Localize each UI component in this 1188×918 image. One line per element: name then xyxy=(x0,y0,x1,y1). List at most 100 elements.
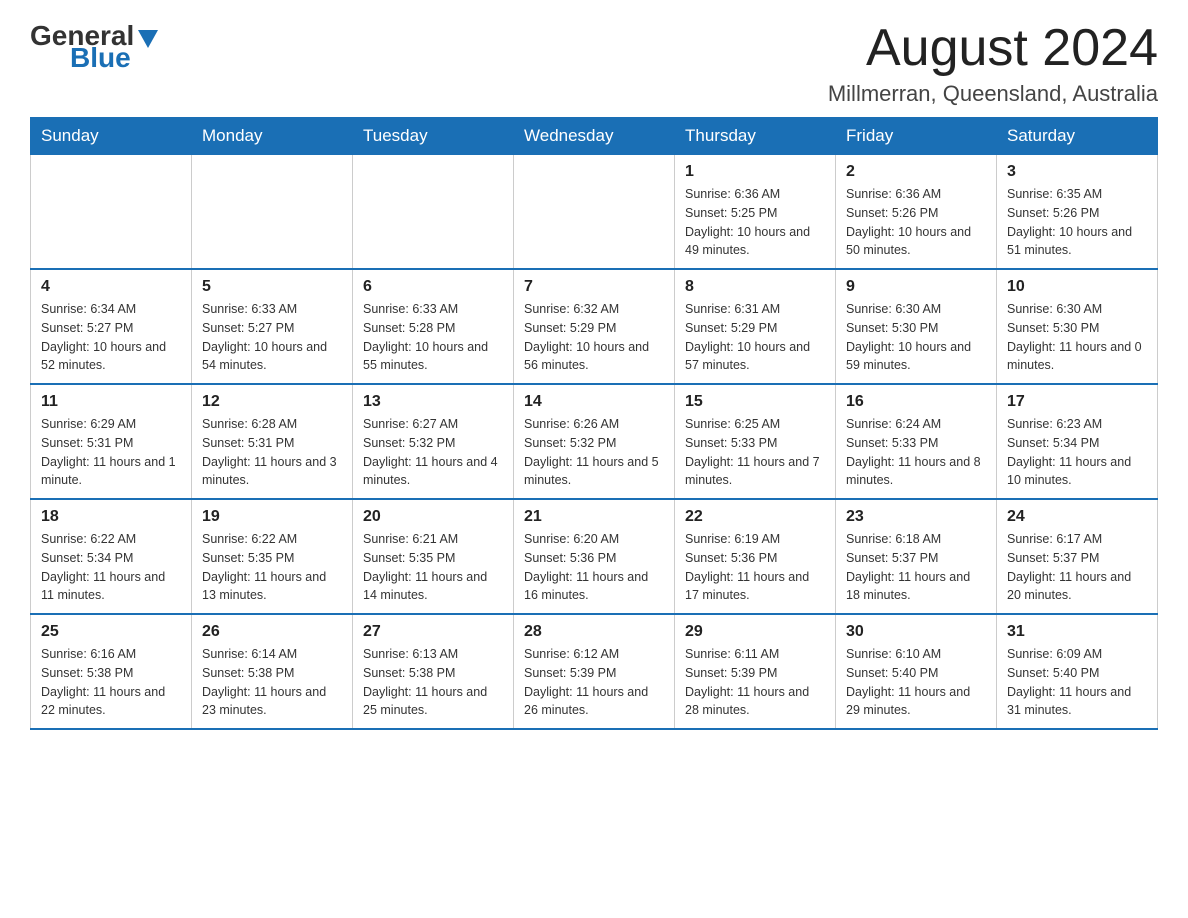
calendar-day-25: 25 Sunrise: 6:16 AMSunset: 5:38 PMDayligh… xyxy=(31,614,192,729)
day-number: 5 xyxy=(202,278,342,296)
day-info: Sunrise: 6:18 AMSunset: 5:37 PMDaylight:… xyxy=(846,530,986,605)
day-info: Sunrise: 6:19 AMSunset: 5:36 PMDaylight:… xyxy=(685,530,825,605)
calendar-day-17: 17 Sunrise: 6:23 AMSunset: 5:34 PMDayligh… xyxy=(997,384,1158,499)
calendar-day-28: 28 Sunrise: 6:12 AMSunset: 5:39 PMDayligh… xyxy=(514,614,675,729)
day-number: 26 xyxy=(202,623,342,641)
calendar-week-row: 18 Sunrise: 6:22 AMSunset: 5:34 PMDayligh… xyxy=(31,499,1158,614)
calendar-day-23: 23 Sunrise: 6:18 AMSunset: 5:37 PMDayligh… xyxy=(836,499,997,614)
day-number: 6 xyxy=(363,278,503,296)
calendar-day-5: 5 Sunrise: 6:33 AMSunset: 5:27 PMDaylight… xyxy=(192,269,353,384)
day-info: Sunrise: 6:34 AMSunset: 5:27 PMDaylight:… xyxy=(41,300,181,375)
calendar-week-row: 11Sunrise: 6:29 AMSunset: 5:31 PMDayligh… xyxy=(31,384,1158,499)
day-number: 18 xyxy=(41,508,181,526)
day-info: Sunrise: 6:21 AMSunset: 5:35 PMDaylight:… xyxy=(363,530,503,605)
day-number: 8 xyxy=(685,278,825,296)
calendar-empty-cell xyxy=(192,155,353,270)
calendar-day-20: 20 Sunrise: 6:21 AMSunset: 5:35 PMDayligh… xyxy=(353,499,514,614)
day-info: Sunrise: 6:13 AMSunset: 5:38 PMDaylight:… xyxy=(363,645,503,720)
day-number: 31 xyxy=(1007,623,1147,641)
day-info: Sunrise: 6:32 AMSunset: 5:29 PMDaylight:… xyxy=(524,300,664,375)
day-number: 13 xyxy=(363,393,503,411)
day-number: 21 xyxy=(524,508,664,526)
day-number: 17 xyxy=(1007,393,1147,411)
day-number: 27 xyxy=(363,623,503,641)
day-info: Sunrise: 6:22 AMSunset: 5:35 PMDaylight:… xyxy=(202,530,342,605)
location-title: Millmerran, Queensland, Australia xyxy=(828,81,1158,107)
day-info: Sunrise: 6:36 AMSunset: 5:26 PMDaylight:… xyxy=(846,185,986,260)
day-info: Sunrise: 6:09 AMSunset: 5:40 PMDaylight:… xyxy=(1007,645,1147,720)
logo-triangle-icon xyxy=(138,30,158,48)
calendar-day-14: 14 Sunrise: 6:26 AMSunset: 5:32 PMDayligh… xyxy=(514,384,675,499)
header-day-monday: Monday xyxy=(192,118,353,155)
calendar-day-29: 29Sunrise: 6:11 AMSunset: 5:39 PMDayligh… xyxy=(675,614,836,729)
day-number: 19 xyxy=(202,508,342,526)
day-info: Sunrise: 6:26 AMSunset: 5:32 PMDaylight:… xyxy=(524,415,664,490)
day-number: 23 xyxy=(846,508,986,526)
calendar-empty-cell xyxy=(353,155,514,270)
calendar-day-8: 8 Sunrise: 6:31 AMSunset: 5:29 PMDaylight… xyxy=(675,269,836,384)
day-info: Sunrise: 6:17 AMSunset: 5:37 PMDaylight:… xyxy=(1007,530,1147,605)
day-number: 25 xyxy=(41,623,181,641)
calendar-day-2: 2 Sunrise: 6:36 AMSunset: 5:26 PMDaylight… xyxy=(836,155,997,270)
day-number: 1 xyxy=(685,163,825,181)
day-info: Sunrise: 6:23 AMSunset: 5:34 PMDaylight:… xyxy=(1007,415,1147,490)
calendar-day-19: 19 Sunrise: 6:22 AMSunset: 5:35 PMDayligh… xyxy=(192,499,353,614)
calendar-day-13: 13Sunrise: 6:27 AMSunset: 5:32 PMDayligh… xyxy=(353,384,514,499)
month-title: August 2024 xyxy=(828,20,1158,77)
header-day-friday: Friday xyxy=(836,118,997,155)
day-number: 15 xyxy=(685,393,825,411)
day-number: 12 xyxy=(202,393,342,411)
header-day-tuesday: Tuesday xyxy=(353,118,514,155)
calendar-day-3: 3 Sunrise: 6:35 AMSunset: 5:26 PMDaylight… xyxy=(997,155,1158,270)
day-info: Sunrise: 6:22 AMSunset: 5:34 PMDaylight:… xyxy=(41,530,181,605)
day-info: Sunrise: 6:28 AMSunset: 5:31 PMDaylight:… xyxy=(202,415,342,490)
day-info: Sunrise: 6:33 AMSunset: 5:27 PMDaylight:… xyxy=(202,300,342,375)
calendar-day-6: 6 Sunrise: 6:33 AMSunset: 5:28 PMDaylight… xyxy=(353,269,514,384)
header-day-saturday: Saturday xyxy=(997,118,1158,155)
calendar-day-30: 30Sunrise: 6:10 AMSunset: 5:40 PMDayligh… xyxy=(836,614,997,729)
day-number: 28 xyxy=(524,623,664,641)
calendar-empty-cell xyxy=(514,155,675,270)
day-info: Sunrise: 6:25 AMSunset: 5:33 PMDaylight:… xyxy=(685,415,825,490)
calendar-day-26: 26Sunrise: 6:14 AMSunset: 5:38 PMDayligh… xyxy=(192,614,353,729)
calendar-day-22: 22Sunrise: 6:19 AMSunset: 5:36 PMDayligh… xyxy=(675,499,836,614)
title-block: August 2024 Millmerran, Queensland, Aust… xyxy=(828,20,1158,107)
day-number: 4 xyxy=(41,278,181,296)
calendar-week-row: 1 Sunrise: 6:36 AMSunset: 5:25 PMDaylight… xyxy=(31,155,1158,270)
day-number: 2 xyxy=(846,163,986,181)
day-number: 10 xyxy=(1007,278,1147,296)
day-info: Sunrise: 6:35 AMSunset: 5:26 PMDaylight:… xyxy=(1007,185,1147,260)
day-number: 24 xyxy=(1007,508,1147,526)
day-number: 14 xyxy=(524,393,664,411)
calendar-day-16: 16Sunrise: 6:24 AMSunset: 5:33 PMDayligh… xyxy=(836,384,997,499)
calendar-day-12: 12 Sunrise: 6:28 AMSunset: 5:31 PMDayligh… xyxy=(192,384,353,499)
day-info: Sunrise: 6:12 AMSunset: 5:39 PMDaylight:… xyxy=(524,645,664,720)
calendar-header-row: SundayMondayTuesdayWednesdayThursdayFrid… xyxy=(31,118,1158,155)
day-info: Sunrise: 6:20 AMSunset: 5:36 PMDaylight:… xyxy=(524,530,664,605)
day-info: Sunrise: 6:16 AMSunset: 5:38 PMDaylight:… xyxy=(41,645,181,720)
calendar-week-row: 4 Sunrise: 6:34 AMSunset: 5:27 PMDaylight… xyxy=(31,269,1158,384)
header-day-sunday: Sunday xyxy=(31,118,192,155)
day-info: Sunrise: 6:33 AMSunset: 5:28 PMDaylight:… xyxy=(363,300,503,375)
day-number: 3 xyxy=(1007,163,1147,181)
day-number: 9 xyxy=(846,278,986,296)
page-header: General Blue August 2024 Millmerran, Que… xyxy=(30,20,1158,107)
calendar-week-row: 25 Sunrise: 6:16 AMSunset: 5:38 PMDayligh… xyxy=(31,614,1158,729)
logo-blue-text: Blue xyxy=(70,42,131,74)
calendar-day-18: 18 Sunrise: 6:22 AMSunset: 5:34 PMDayligh… xyxy=(31,499,192,614)
day-info: Sunrise: 6:36 AMSunset: 5:25 PMDaylight:… xyxy=(685,185,825,260)
day-number: 7 xyxy=(524,278,664,296)
day-number: 16 xyxy=(846,393,986,411)
calendar-day-24: 24 Sunrise: 6:17 AMSunset: 5:37 PMDayligh… xyxy=(997,499,1158,614)
calendar-table: SundayMondayTuesdayWednesdayThursdayFrid… xyxy=(30,117,1158,730)
day-number: 20 xyxy=(363,508,503,526)
calendar-day-31: 31 Sunrise: 6:09 AMSunset: 5:40 PMDayligh… xyxy=(997,614,1158,729)
calendar-day-27: 27 Sunrise: 6:13 AMSunset: 5:38 PMDayligh… xyxy=(353,614,514,729)
calendar-empty-cell xyxy=(31,155,192,270)
day-info: Sunrise: 6:30 AMSunset: 5:30 PMDaylight:… xyxy=(846,300,986,375)
day-info: Sunrise: 6:11 AMSunset: 5:39 PMDaylight:… xyxy=(685,645,825,720)
day-info: Sunrise: 6:30 AMSunset: 5:30 PMDaylight:… xyxy=(1007,300,1147,375)
calendar-day-9: 9 Sunrise: 6:30 AMSunset: 5:30 PMDaylight… xyxy=(836,269,997,384)
day-info: Sunrise: 6:31 AMSunset: 5:29 PMDaylight:… xyxy=(685,300,825,375)
calendar-day-7: 7 Sunrise: 6:32 AMSunset: 5:29 PMDaylight… xyxy=(514,269,675,384)
